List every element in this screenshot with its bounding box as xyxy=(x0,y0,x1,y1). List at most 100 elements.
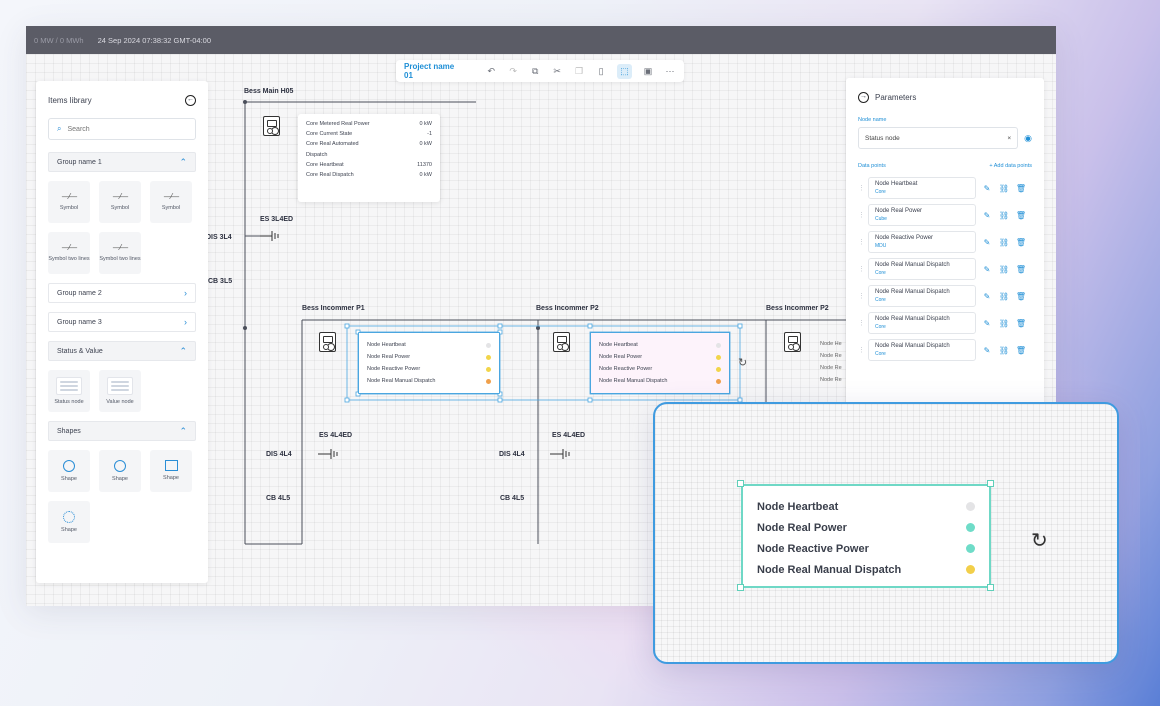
delete-icon[interactable]: 🗑 xyxy=(1015,319,1027,328)
library-search[interactable]: ⌕ xyxy=(48,118,196,140)
link-icon[interactable]: ⛓ xyxy=(998,184,1010,193)
circle-shape-icon xyxy=(63,459,75,472)
drag-handle-icon[interactable]: ⋮ xyxy=(858,319,865,327)
library-title: Items library xyxy=(48,96,92,105)
link-icon[interactable]: ⛓ xyxy=(998,238,1010,247)
tooltip-row: Core Current State -1 xyxy=(306,131,432,138)
project-name[interactable]: Project name 01 xyxy=(404,62,465,80)
add-data-points-button[interactable]: + Add data points xyxy=(989,163,1032,169)
delete-icon[interactable]: 🗑 xyxy=(1015,292,1027,301)
delete-icon[interactable]: 🗑 xyxy=(1015,211,1027,220)
meter-icon-p1[interactable] xyxy=(319,332,336,352)
search-input[interactable] xyxy=(67,125,178,133)
more-icon[interactable]: ⋯ xyxy=(664,66,676,77)
status-value-header[interactable]: Status & Value ⌃ xyxy=(48,341,196,361)
symbol-tile[interactable]: —⁄— Symbol xyxy=(48,181,90,223)
status-node-tile[interactable]: Status node xyxy=(48,370,90,412)
paste-icon[interactable]: ▯ xyxy=(595,66,607,77)
status-dot xyxy=(966,502,975,511)
es-2-label: ES 4L4ED xyxy=(552,432,586,439)
edit-icon[interactable]: ✎ xyxy=(981,265,993,274)
rotate-icon[interactable]: ↻ xyxy=(738,356,747,369)
switch-symbol-icon: —⁄— xyxy=(163,191,179,201)
edit-icon[interactable]: ✎ xyxy=(981,346,993,355)
status-node-p2[interactable]: Node Heartbeat Node Real Power Node Reac… xyxy=(590,332,730,394)
resize-handle[interactable] xyxy=(987,480,994,487)
shape-tile[interactable]: Shape xyxy=(150,450,192,492)
status-node-p1[interactable]: Node Heartbeat Node Real Power Node Reac… xyxy=(358,332,500,394)
edit-icon[interactable]: ✎ xyxy=(981,238,993,247)
cb-1-label: CB 4L5 xyxy=(266,495,291,502)
shape-tile[interactable]: Shape xyxy=(48,450,90,492)
edit-icon[interactable]: ✎ xyxy=(981,292,993,301)
eye-icon[interactable]: ◉ xyxy=(1024,133,1032,144)
link-icon[interactable]: ⛓ xyxy=(998,265,1010,274)
link-icon[interactable]: ⛓ xyxy=(998,346,1010,355)
symbol-tile[interactable]: —⁄— Symbol two lines xyxy=(99,232,141,274)
items-library-panel: Items library ← ⌕ Group name 1⌃ —⁄—Symbo… xyxy=(36,81,208,583)
edit-icon[interactable]: ✎ xyxy=(981,184,993,193)
status-node-p3-partial: Node He Node Re Node Re Node Re xyxy=(820,341,842,383)
chevron-up-icon: ⌃ xyxy=(179,425,187,436)
redo-icon[interactable]: ↷ xyxy=(507,66,519,77)
resize-handle[interactable] xyxy=(987,584,994,591)
copy-icon[interactable]: ⧉ xyxy=(529,66,541,77)
rotate-icon[interactable]: ↻ xyxy=(1031,528,1048,553)
resize-handle[interactable] xyxy=(737,480,744,487)
undo-icon[interactable]: ↶ xyxy=(485,66,497,77)
drag-handle-icon[interactable]: ⋮ xyxy=(858,211,865,219)
node-name-input[interactable]: Status node × xyxy=(858,127,1019,149)
main-bus-label: Bess Main H05 xyxy=(244,88,294,95)
drag-handle-icon[interactable]: ⋮ xyxy=(858,238,865,246)
cb-top-label: CB 3L5 xyxy=(208,278,233,285)
tooltip-row: Core Heartbeat 11370 xyxy=(306,161,432,168)
symbol-tile[interactable]: —⁄— Symbol xyxy=(99,181,141,223)
shapes-header[interactable]: Shapes ⌃ xyxy=(48,421,196,441)
drag-handle-icon[interactable]: ⋮ xyxy=(858,346,865,354)
edit-icon[interactable]: ✎ xyxy=(981,211,993,220)
meter-icon-main[interactable] xyxy=(263,116,280,136)
edit-icon[interactable]: ✎ xyxy=(981,319,993,328)
tooltip-row: Dispatch xyxy=(306,151,328,158)
tooltip-row: Core Real Dispatch 0 kW xyxy=(306,171,432,178)
switch-symbol-icon: —⁄— xyxy=(112,242,128,252)
value-node-tile[interactable]: Value node xyxy=(99,370,141,412)
drag-handle-icon[interactable]: ⋮ xyxy=(858,184,865,192)
delete-icon[interactable]: 🗑 xyxy=(1015,265,1027,274)
data-point-row: ⋮ Node Real Manual Dispatch Core ✎ ⛓ 🗑 xyxy=(858,258,1032,280)
zoom-row: Node Real Manual Dispatch xyxy=(757,559,975,580)
delete-icon[interactable]: 🗑 xyxy=(1015,346,1027,355)
select-icon[interactable]: ⬚ xyxy=(617,63,633,79)
group-1-header[interactable]: Group name 1 ⌃ xyxy=(48,152,196,172)
tooltip-row: Core Metered Real Power 0 kW xyxy=(306,121,432,127)
cut-icon[interactable]: ✂ xyxy=(551,66,563,77)
back-arrow-icon[interactable]: ← xyxy=(185,95,196,106)
symbol-tile[interactable]: —⁄— Symbol two lines xyxy=(48,232,90,274)
meter-icon-p2[interactable] xyxy=(553,332,570,352)
group-3-header[interactable]: Group name 3 › xyxy=(48,312,196,332)
duplicate-icon[interactable]: ❐ xyxy=(573,66,585,77)
data-point-row: ⋮ Node Real Manual Dispatch Core ✎ ⛓ 🗑 xyxy=(858,339,1032,361)
resize-handle[interactable] xyxy=(737,584,744,591)
clear-icon[interactable]: × xyxy=(1007,135,1011,142)
es-top-label: ES 3L4ED xyxy=(260,216,294,223)
link-icon[interactable]: ⛓ xyxy=(998,319,1010,328)
link-icon[interactable]: ⛓ xyxy=(998,292,1010,301)
zoomed-status-node[interactable]: Node Heartbeat Node Real Power Node Reac… xyxy=(741,484,991,588)
parameters-panel: → Parameters Node name Status node × ◉ D… xyxy=(846,78,1044,408)
drag-handle-icon[interactable]: ⋮ xyxy=(858,292,865,300)
meter-icon-p3[interactable] xyxy=(784,332,801,352)
save-icon[interactable]: ▣ xyxy=(642,66,654,77)
data-point-row: ⋮ Node Real Manual Dispatch Core ✎ ⛓ 🗑 xyxy=(858,312,1032,334)
forward-arrow-icon[interactable]: → xyxy=(858,92,869,103)
symbol-tile[interactable]: —⁄— Symbol xyxy=(150,181,192,223)
link-icon[interactable]: ⛓ xyxy=(998,211,1010,220)
status-node-icon xyxy=(56,376,82,395)
delete-icon[interactable]: 🗑 xyxy=(1015,184,1027,193)
drag-handle-icon[interactable]: ⋮ xyxy=(858,265,865,273)
delete-icon[interactable]: 🗑 xyxy=(1015,238,1027,247)
shape-tile[interactable]: Shape xyxy=(48,501,90,543)
group-2-header[interactable]: Group name 2 › xyxy=(48,283,196,303)
shape-tile[interactable]: Shape xyxy=(99,450,141,492)
node-name-label: Node name xyxy=(858,117,887,123)
